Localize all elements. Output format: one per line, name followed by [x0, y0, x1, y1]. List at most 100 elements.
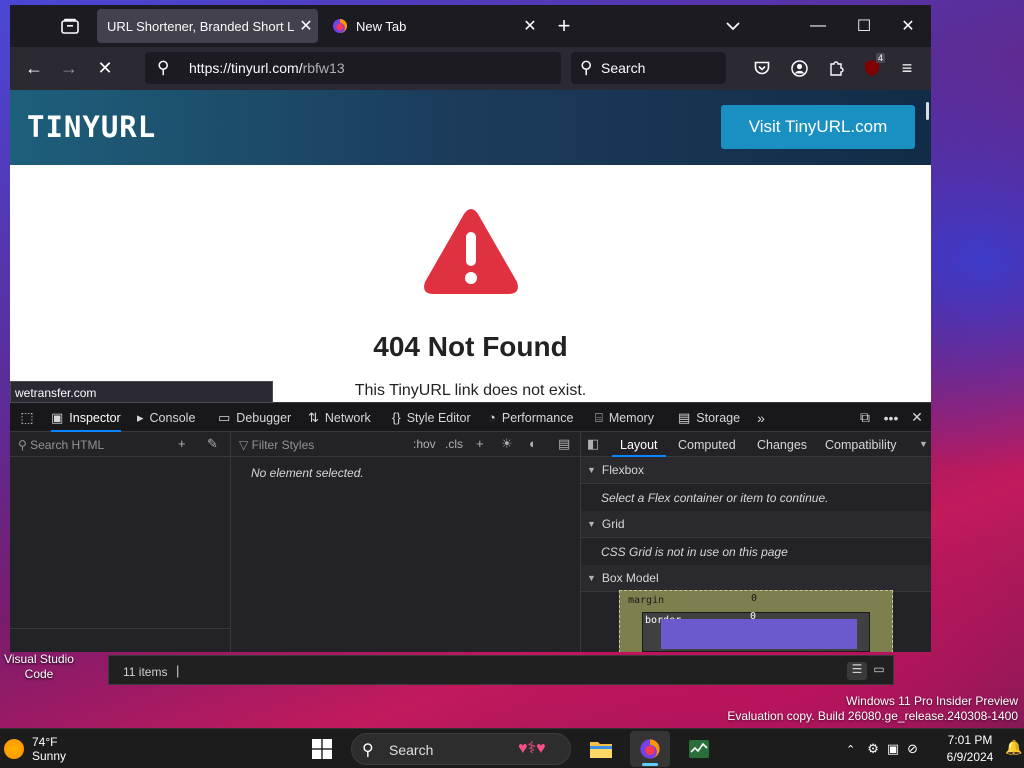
section-title: Flexbox [601, 463, 644, 477]
add-rule-icon[interactable]: + [476, 436, 484, 451]
warning-triangle-icon [424, 209, 518, 294]
tab-style-editor[interactable]: {} Style Editor [392, 403, 471, 432]
search-label: Search [389, 742, 434, 758]
search-icon: ⚲ [157, 58, 170, 77]
search-highlight-icon: ♥⚕♥ [518, 740, 546, 757]
extensions-icon[interactable] [821, 53, 851, 83]
light-mode-icon[interactable]: ☀ [501, 436, 513, 452]
network-icon[interactable]: ⚙ [867, 741, 879, 757]
ublock-origin-icon[interactable]: 4 [857, 53, 887, 83]
site-header: TINYURL Visit TinyURL.com [10, 90, 931, 165]
tab-compatibility[interactable]: Compatibility [825, 432, 897, 457]
pocket-icon[interactable] [747, 53, 777, 83]
margin-top-value[interactable]: 0 [751, 593, 757, 604]
tab-title: New Tab [356, 18, 407, 34]
tab-network[interactable]: ⇅ Network [308, 403, 371, 432]
desktop-icon-vscode[interactable]: Visual Studio Code [0, 652, 78, 682]
show-hidden-icons-chevron-icon[interactable]: ⌃ [846, 743, 855, 756]
forward-icon[interactable]: → [54, 53, 84, 83]
toggle-sidebar-icon[interactable]: ◧ [587, 436, 599, 452]
filter-styles-input[interactable]: ▽ Filter Styles [239, 438, 314, 452]
account-icon[interactable] [784, 53, 814, 83]
item-count: 11 items [123, 665, 168, 679]
details-view-icon[interactable]: ☰ [847, 662, 867, 680]
more-tools-chevron-icon[interactable]: » [749, 403, 773, 432]
tab-label: Debugger [236, 410, 292, 425]
folder-icon [590, 742, 612, 758]
close-tab-icon[interactable]: ✕ [294, 16, 318, 36]
weather-widget[interactable]: 74°F Sunny [4, 731, 76, 767]
menu-icon[interactable]: ≡ [892, 53, 922, 83]
eyedropper-icon[interactable]: ✎ [207, 436, 218, 452]
class-toggle[interactable]: .cls [445, 437, 463, 451]
filter-styles-placeholder: Filter Styles [251, 438, 315, 452]
firefox-favicon-icon [332, 18, 348, 34]
minimize-icon[interactable]: — [795, 5, 841, 47]
notification-bell-icon[interactable]: 🔔 [1005, 739, 1022, 756]
web-page: TINYURL Visit TinyURL.com 404 Not Found … [10, 90, 931, 402]
tab-new-tab[interactable]: New Tab ✕ [322, 9, 542, 43]
stop-loading-icon[interactable]: ✕ [90, 53, 120, 83]
tab-memory[interactable]: ⌸ Memory [595, 403, 654, 432]
taskbar-search-box[interactable]: ⚲ Search ♥⚕♥ [351, 733, 571, 765]
page-scrollbar-thumb[interactable] [926, 102, 929, 120]
box-model-section-header[interactable]: ▼ Box Model [581, 565, 931, 592]
clock-date: 6/9/2024 [946, 750, 994, 764]
firefox-view-icon[interactable] [55, 11, 85, 41]
tab-performance[interactable]: ◔ Performance [488, 403, 573, 432]
url-bar[interactable]: ⚲ https://tinyurl.com/rbfw13 [145, 52, 561, 84]
inspector-icon: ▣ [51, 409, 64, 425]
tab-computed[interactable]: Computed [678, 432, 736, 457]
clock[interactable]: 7:01 PM 6/9/2024 [938, 732, 1002, 766]
close-tab-icon[interactable]: ✕ [518, 16, 542, 36]
maximize-icon[interactable]: ☐ [841, 5, 887, 47]
search-html-input[interactable]: ⚲ Search HTML [18, 438, 104, 452]
tiles-view-icon[interactable]: ▭ [869, 662, 889, 680]
url-text[interactable]: https://tinyurl.com/rbfw13 [189, 60, 345, 76]
task-manager-icon [689, 740, 709, 758]
tab-label: Console [149, 410, 196, 425]
task-manager-app[interactable] [679, 731, 719, 767]
print-media-icon[interactable]: ▤ [558, 436, 570, 452]
grid-section-header[interactable]: ▼ Grid [581, 511, 931, 538]
tab-bar: URL Shortener, Branded Short Links & Ana… [10, 5, 931, 47]
display-icon[interactable]: ▣ [887, 741, 899, 757]
tab-console[interactable]: ▸ Console [137, 403, 195, 432]
volume-muted-icon[interactable]: ⊘ [907, 741, 918, 757]
sidebar-tabs-dropdown-icon[interactable]: ▼ [919, 439, 928, 449]
dock-options-icon[interactable]: ⧉ [853, 403, 877, 432]
more-options-icon[interactable]: ••• [879, 403, 903, 432]
tinyurl-logo[interactable]: TINYURL [27, 110, 156, 144]
new-tab-icon[interactable]: + [549, 11, 579, 41]
url-path: rbfw13 [302, 60, 345, 76]
rules-pane: ▽ Filter Styles :hov .cls + ☀ ◐ ▤ No ele… [231, 432, 581, 652]
tab-label: Performance [501, 410, 574, 425]
search-icon: ⚲ [580, 58, 593, 77]
list-all-tabs-icon[interactable] [718, 11, 748, 41]
add-node-icon[interactable]: + [178, 436, 186, 451]
flexbox-section-header[interactable]: ▼ Flexbox [581, 457, 931, 484]
tab-label: Network [324, 410, 371, 425]
tab-label: Storage [696, 410, 741, 425]
file-explorer-app[interactable] [581, 731, 621, 767]
tab-label: Style Editor [406, 410, 471, 425]
hover-states-toggle[interactable]: :hov [413, 437, 436, 451]
tab-layout[interactable]: Layout [612, 432, 665, 457]
firefox-app[interactable] [630, 731, 670, 767]
close-window-icon[interactable]: ✕ [885, 5, 931, 47]
tab-debugger[interactable]: ▭ Debugger [218, 403, 291, 432]
dark-mode-icon[interactable]: ◐ [529, 436, 537, 451]
back-icon[interactable]: ← [19, 53, 49, 83]
console-icon: ▸ [137, 409, 144, 425]
start-button[interactable] [303, 733, 341, 765]
pick-element-icon[interactable]: ⬚ [15, 403, 39, 432]
tab-changes[interactable]: Changes [757, 432, 807, 457]
tab-tinyurl[interactable]: URL Shortener, Branded Short Links & Ana… [97, 9, 318, 43]
no-element-message: No element selected. [251, 466, 364, 480]
tab-storage[interactable]: ▤ Storage [678, 403, 740, 432]
search-bar[interactable]: ⚲ Search [571, 52, 726, 84]
tab-inspector[interactable]: ▣ Inspector [51, 403, 121, 432]
visit-tinyurl-button[interactable]: Visit TinyURL.com [721, 105, 915, 149]
section-title: Box Model [601, 571, 659, 585]
close-devtools-icon[interactable]: ✕ [905, 403, 929, 432]
